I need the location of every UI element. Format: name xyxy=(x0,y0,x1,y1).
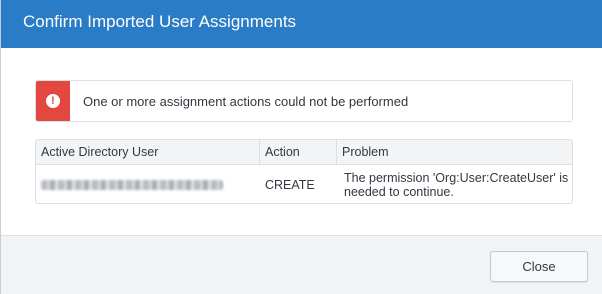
cell-problem: The permission 'Org:User:CreateUser' is … xyxy=(344,170,569,199)
dialog-title: Confirm Imported User Assignments xyxy=(1,0,602,48)
close-button[interactable]: Close xyxy=(490,251,588,282)
confirm-assignments-dialog: Confirm Imported User Assignments ! One … xyxy=(0,0,602,294)
table-header: Active Directory User Action Problem xyxy=(36,140,572,165)
cell-action: CREATE xyxy=(265,177,315,192)
table-row: CREATE The permission 'Org:User:CreateUs… xyxy=(36,165,572,203)
dialog-footer: Close xyxy=(1,235,602,294)
alert-icon-container: ! xyxy=(36,81,70,121)
alert-message: One or more assignment actions could not… xyxy=(83,93,409,109)
exclamation-circle-icon: ! xyxy=(46,94,60,108)
column-header-problem[interactable]: Problem xyxy=(337,140,572,164)
cell-ad-user xyxy=(36,165,260,203)
redacted-user-name xyxy=(41,179,223,190)
column-header-action[interactable]: Action xyxy=(260,140,337,164)
assignment-table: Active Directory User Action Problem CRE… xyxy=(35,139,573,204)
error-alert: ! One or more assignment actions could n… xyxy=(35,80,573,122)
column-header-ad-user[interactable]: Active Directory User xyxy=(36,140,260,164)
